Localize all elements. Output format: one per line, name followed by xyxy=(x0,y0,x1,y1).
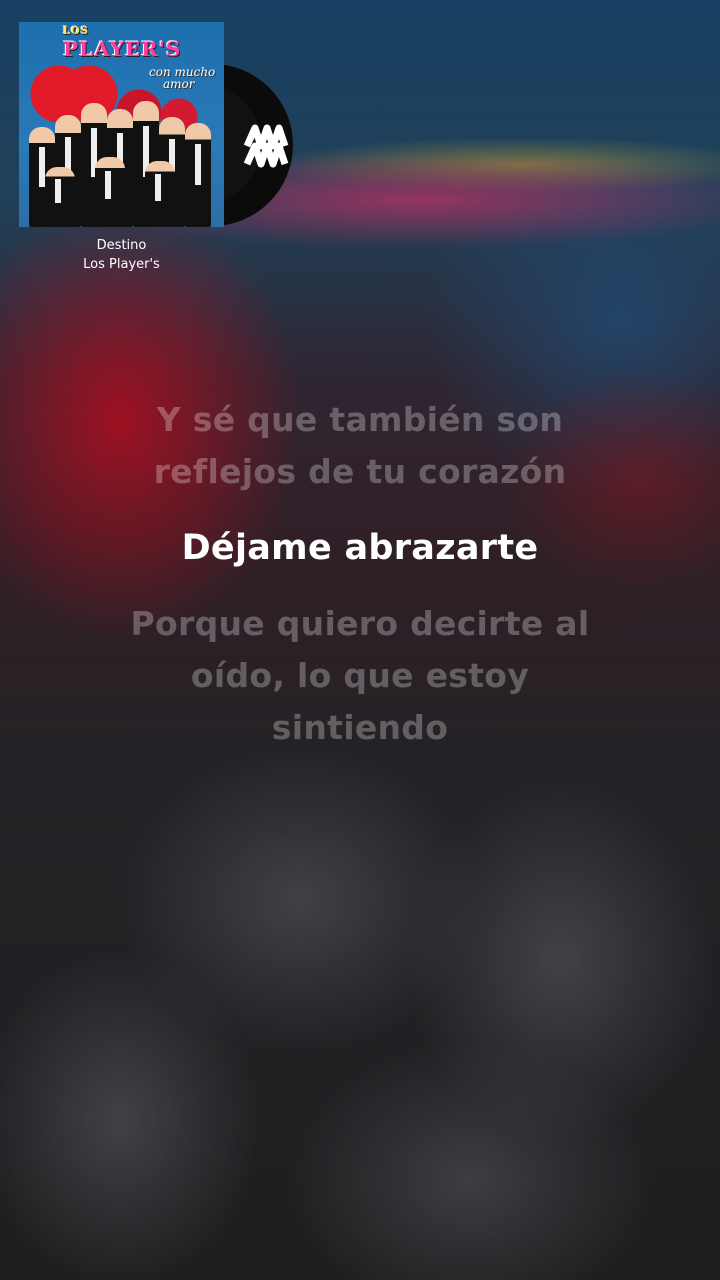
next-lyric-line: oído, lo que estoy xyxy=(190,656,530,695)
album-cover-logo: LOS PLAYER'S xyxy=(63,26,181,61)
album-cover-logo-main: PLAYER'S xyxy=(63,37,182,61)
album-cover-logo-top: LOS xyxy=(63,26,89,37)
previous-lyric: Y sé que también son reflejos de tu cora… xyxy=(60,394,660,498)
next-lyric: Porque quiero decirte al oído, lo que es… xyxy=(60,598,660,754)
album-cover-tagline-line2: amor xyxy=(163,77,195,91)
band-member xyxy=(185,123,211,227)
album-cover[interactable]: LOS PLAYER'S con mucho amor xyxy=(19,22,224,227)
next-lyric-line: Porque quiero decirte al xyxy=(130,604,590,643)
track-title: Destino xyxy=(96,238,147,253)
band-member xyxy=(95,157,125,227)
previous-lyric-line: Y sé que también son xyxy=(156,400,564,439)
band-member xyxy=(45,167,75,227)
current-lyric-line: Déjame abrazarte xyxy=(181,528,539,568)
band-member xyxy=(145,161,175,227)
lyrics-panel: Y sé que también son reflejos de tu cora… xyxy=(60,394,660,754)
lyrics-screen: LOS PLAYER'S con mucho amor Destino Los … xyxy=(0,0,720,1280)
track-artist: Los Player's xyxy=(83,257,160,272)
next-lyric-line: sintiendo xyxy=(271,708,449,747)
music-service-logo-icon xyxy=(241,106,289,186)
album-cover-band-photo xyxy=(19,97,224,227)
previous-lyric-line: reflejos de tu corazón xyxy=(153,452,567,491)
album-cover-tagline: con mucho amor xyxy=(149,66,215,90)
